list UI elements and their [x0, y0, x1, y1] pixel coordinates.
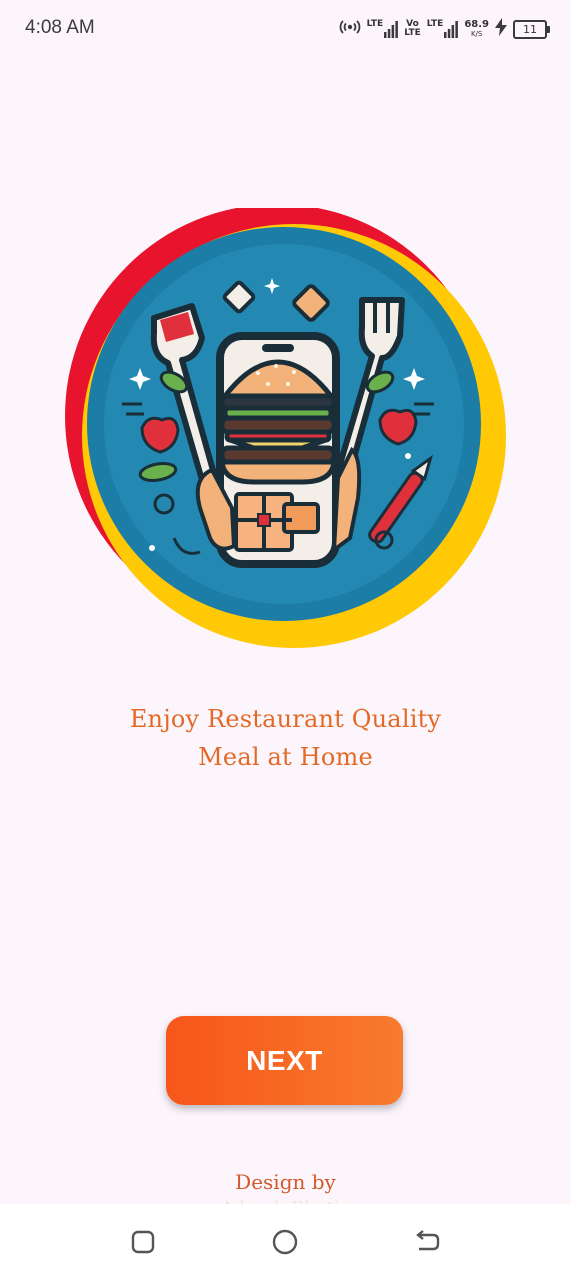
tagline-line-2: Meal at Home: [198, 743, 373, 771]
system-nav-bar: [0, 1204, 571, 1280]
next-button[interactable]: NEXT: [166, 1016, 403, 1105]
credit-label: Design by: [235, 1170, 336, 1194]
home-button[interactable]: [269, 1226, 301, 1258]
sim1-label: LTE: [366, 19, 384, 29]
volte-indicator: Vo LTE: [404, 19, 421, 38]
bolt-icon: [495, 17, 507, 41]
hotspot-icon: [339, 19, 361, 40]
sim1-signal: LTE: [367, 20, 399, 38]
signal-icon: [384, 21, 399, 38]
back-icon: [416, 1230, 440, 1251]
tagline-line-1: Enjoy Restaurant Quality: [129, 705, 442, 733]
food-delivery-illustration: [62, 204, 508, 654]
status-time: 4:08 AM: [25, 17, 95, 38]
status-icons: LTE Vo LTE LTE 68.9 K/S 11: [339, 16, 550, 42]
battery-icon: 11: [513, 19, 550, 39]
square-icon: [131, 1230, 155, 1254]
back-button[interactable]: [411, 1226, 443, 1258]
recents-button[interactable]: [127, 1226, 159, 1258]
status-bar: 4:08 AM LTE Vo LTE LTE 68.9 K/S 11: [0, 0, 571, 58]
sim2-signal: LTE: [427, 20, 459, 38]
circle-icon: [272, 1229, 298, 1255]
sim2-label: LTE: [426, 19, 444, 29]
network-speed: 68.9 K/S: [464, 19, 489, 39]
onboarding-tagline: Enjoy Restaurant Quality Meal at Home: [0, 700, 571, 776]
signal-icon: [444, 21, 459, 38]
